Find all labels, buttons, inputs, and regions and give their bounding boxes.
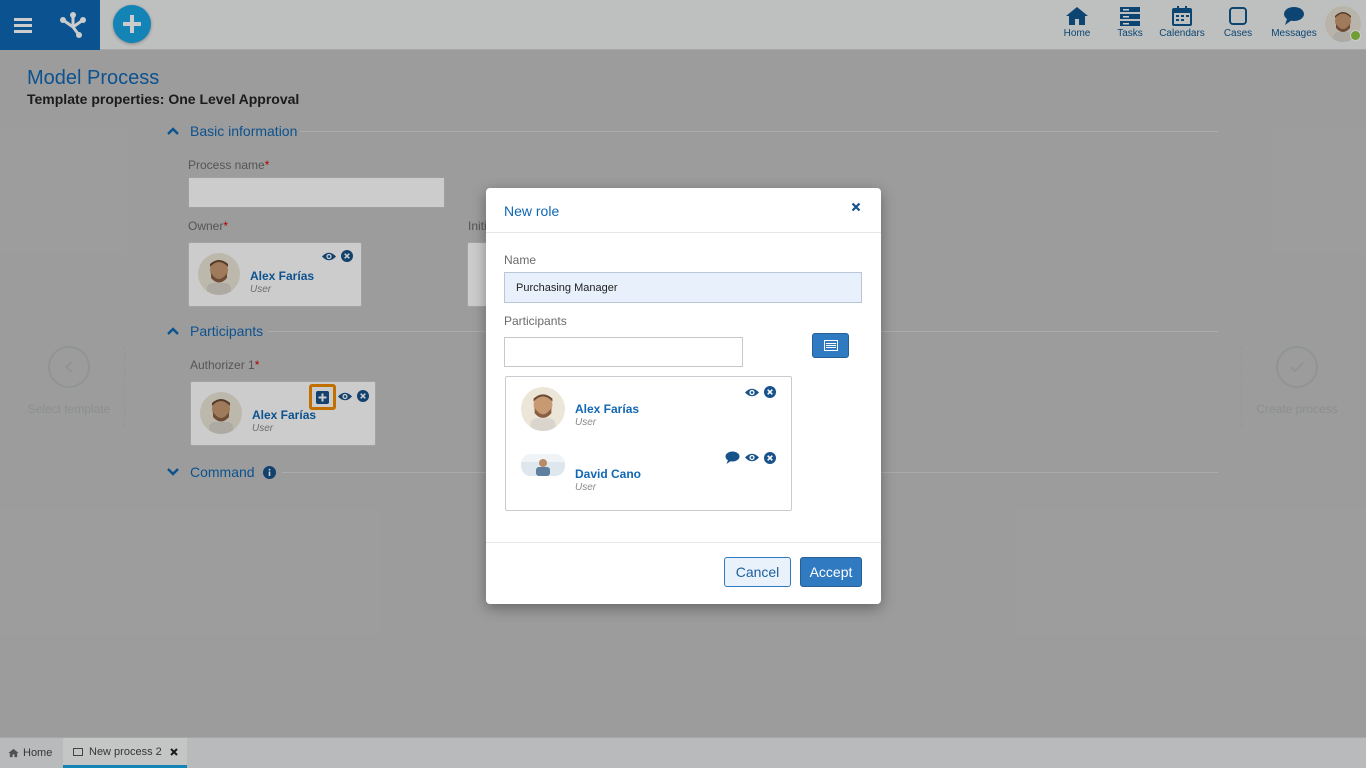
name-input-value: Purchasing Manager [516,281,618,294]
message-icon[interactable] [725,451,740,464]
eye-icon[interactable] [744,387,760,398]
dialog-footer: Cancel Accept [486,542,881,604]
participants-label: Participants [504,314,567,328]
dialog-title: New role [504,203,560,219]
name-label: Name [504,253,537,267]
list-item[interactable]: Alex Farías User [506,386,791,442]
remove-icon[interactable] [764,386,776,398]
accept-button[interactable]: Accept [800,557,862,587]
list-item[interactable]: David Cano User [506,451,791,507]
participant-role: User [575,417,597,428]
avatar [521,387,565,431]
remove-icon[interactable] [764,451,776,464]
participants-search-input[interactable] [504,337,743,367]
cancel-button[interactable]: Cancel [724,557,791,587]
avatar [521,454,565,476]
participants-list-button[interactable] [812,333,849,358]
participant-name: Alex Farías [575,402,640,416]
new-role-dialog: New role Name Purchasing Manager Partici… [486,188,881,604]
eye-icon[interactable] [744,452,760,463]
close-button[interactable] [848,200,864,216]
list-icon [823,340,838,351]
dialog-header: New role [486,188,881,233]
participant-name: David Cano [575,467,642,481]
participant-role: User [575,482,597,493]
name-input[interactable]: Purchasing Manager [504,272,862,303]
participants-list: Alex Farías User David Cano User [505,376,792,511]
close-icon [851,202,861,212]
